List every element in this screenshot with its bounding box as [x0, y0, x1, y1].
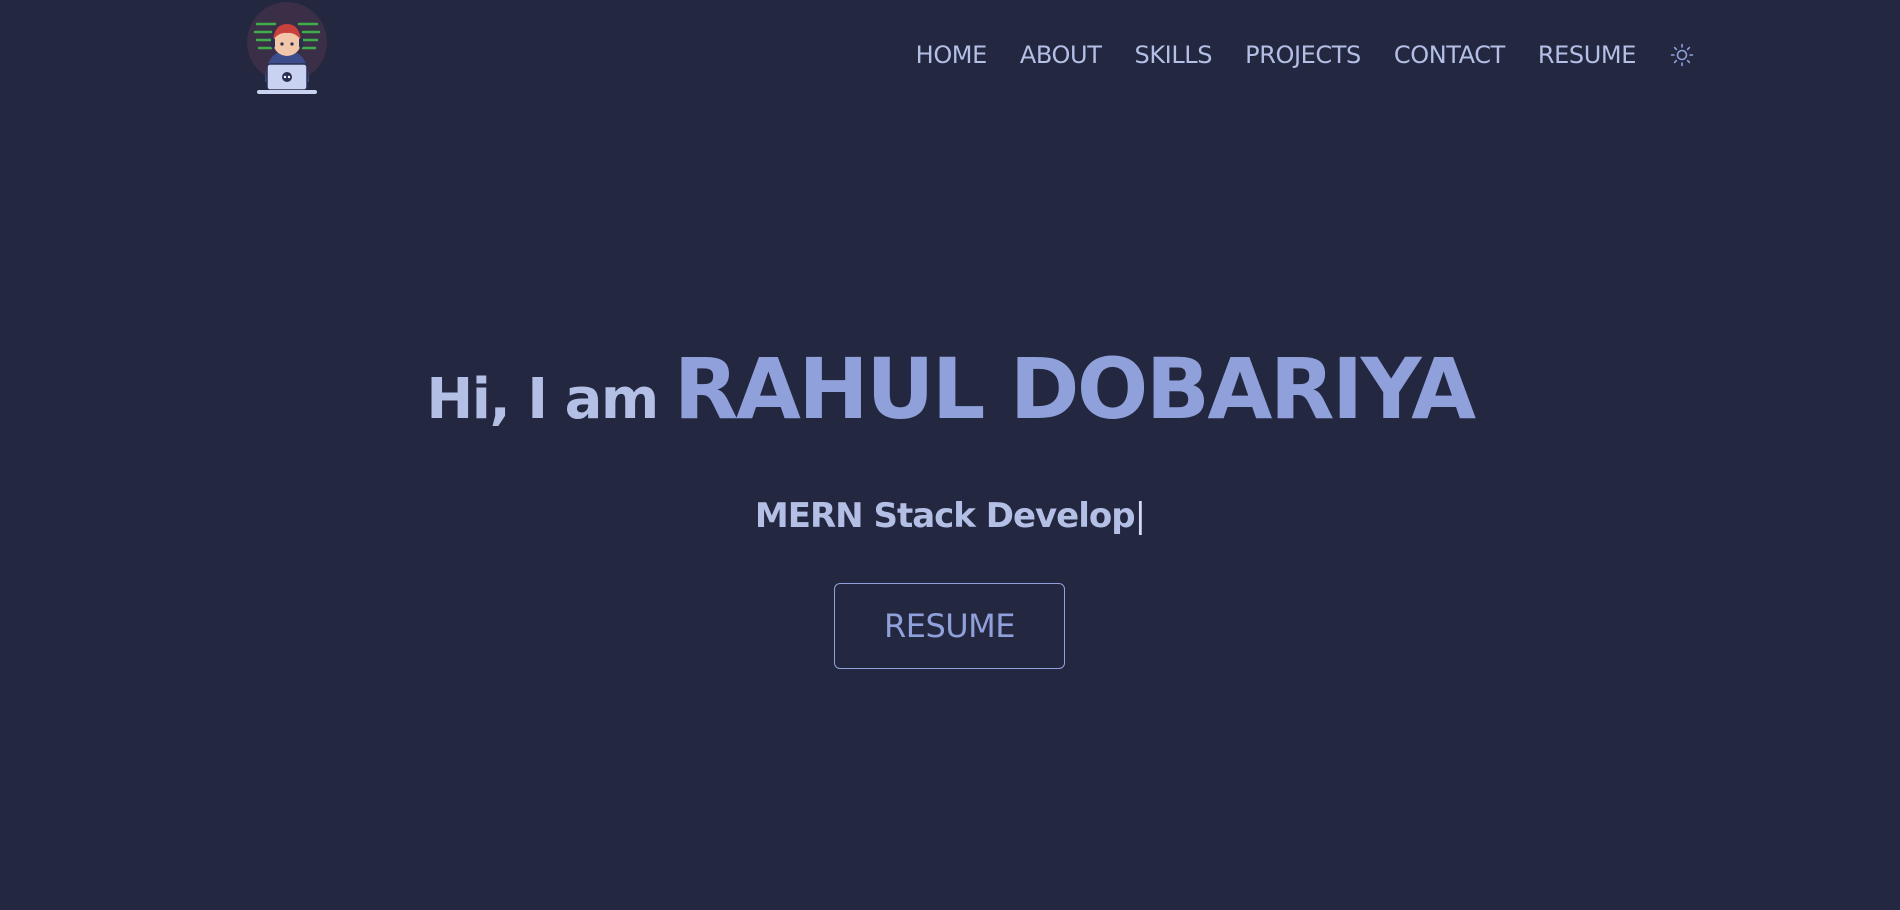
page: HOME ABOUT SKILLS PROJECTS CONTACT RESUM…: [0, 0, 1900, 910]
greeting-prefix: Hi, I am: [426, 367, 659, 432]
typing-cursor: |: [1134, 496, 1147, 536]
nav-link-skills[interactable]: SKILLS: [1134, 38, 1212, 72]
nav-links: HOME ABOUT SKILLS PROJECTS CONTACT RESUM…: [916, 38, 1695, 72]
hero-section: Hi, I am RAHUL DOBARIYA: [0, 340, 1900, 438]
navbar: HOME ABOUT SKILLS PROJECTS CONTACT RESUM…: [0, 0, 1900, 110]
typing-role-text: MERN Stack Develop|: [0, 496, 1900, 536]
nav-link-home[interactable]: HOME: [916, 38, 988, 72]
nav-link-contact[interactable]: CONTACT: [1394, 38, 1505, 72]
hero-heading: Hi, I am RAHUL DOBARIYA: [426, 340, 1476, 438]
nav-link-resume[interactable]: RESUME: [1538, 38, 1637, 72]
developer-avatar-logo[interactable]: [245, 2, 329, 104]
resume-button[interactable]: RESUME: [834, 583, 1065, 669]
theme-toggle-button[interactable]: [1669, 42, 1695, 68]
logo-icon: [247, 2, 327, 94]
role-text: MERN Stack Develop: [754, 496, 1136, 536]
hero-name: RAHUL DOBARIYA: [673, 340, 1476, 438]
nav-link-projects[interactable]: PROJECTS: [1245, 38, 1361, 72]
nav-link-about[interactable]: ABOUT: [1020, 38, 1102, 72]
sun-icon: [1670, 43, 1694, 67]
